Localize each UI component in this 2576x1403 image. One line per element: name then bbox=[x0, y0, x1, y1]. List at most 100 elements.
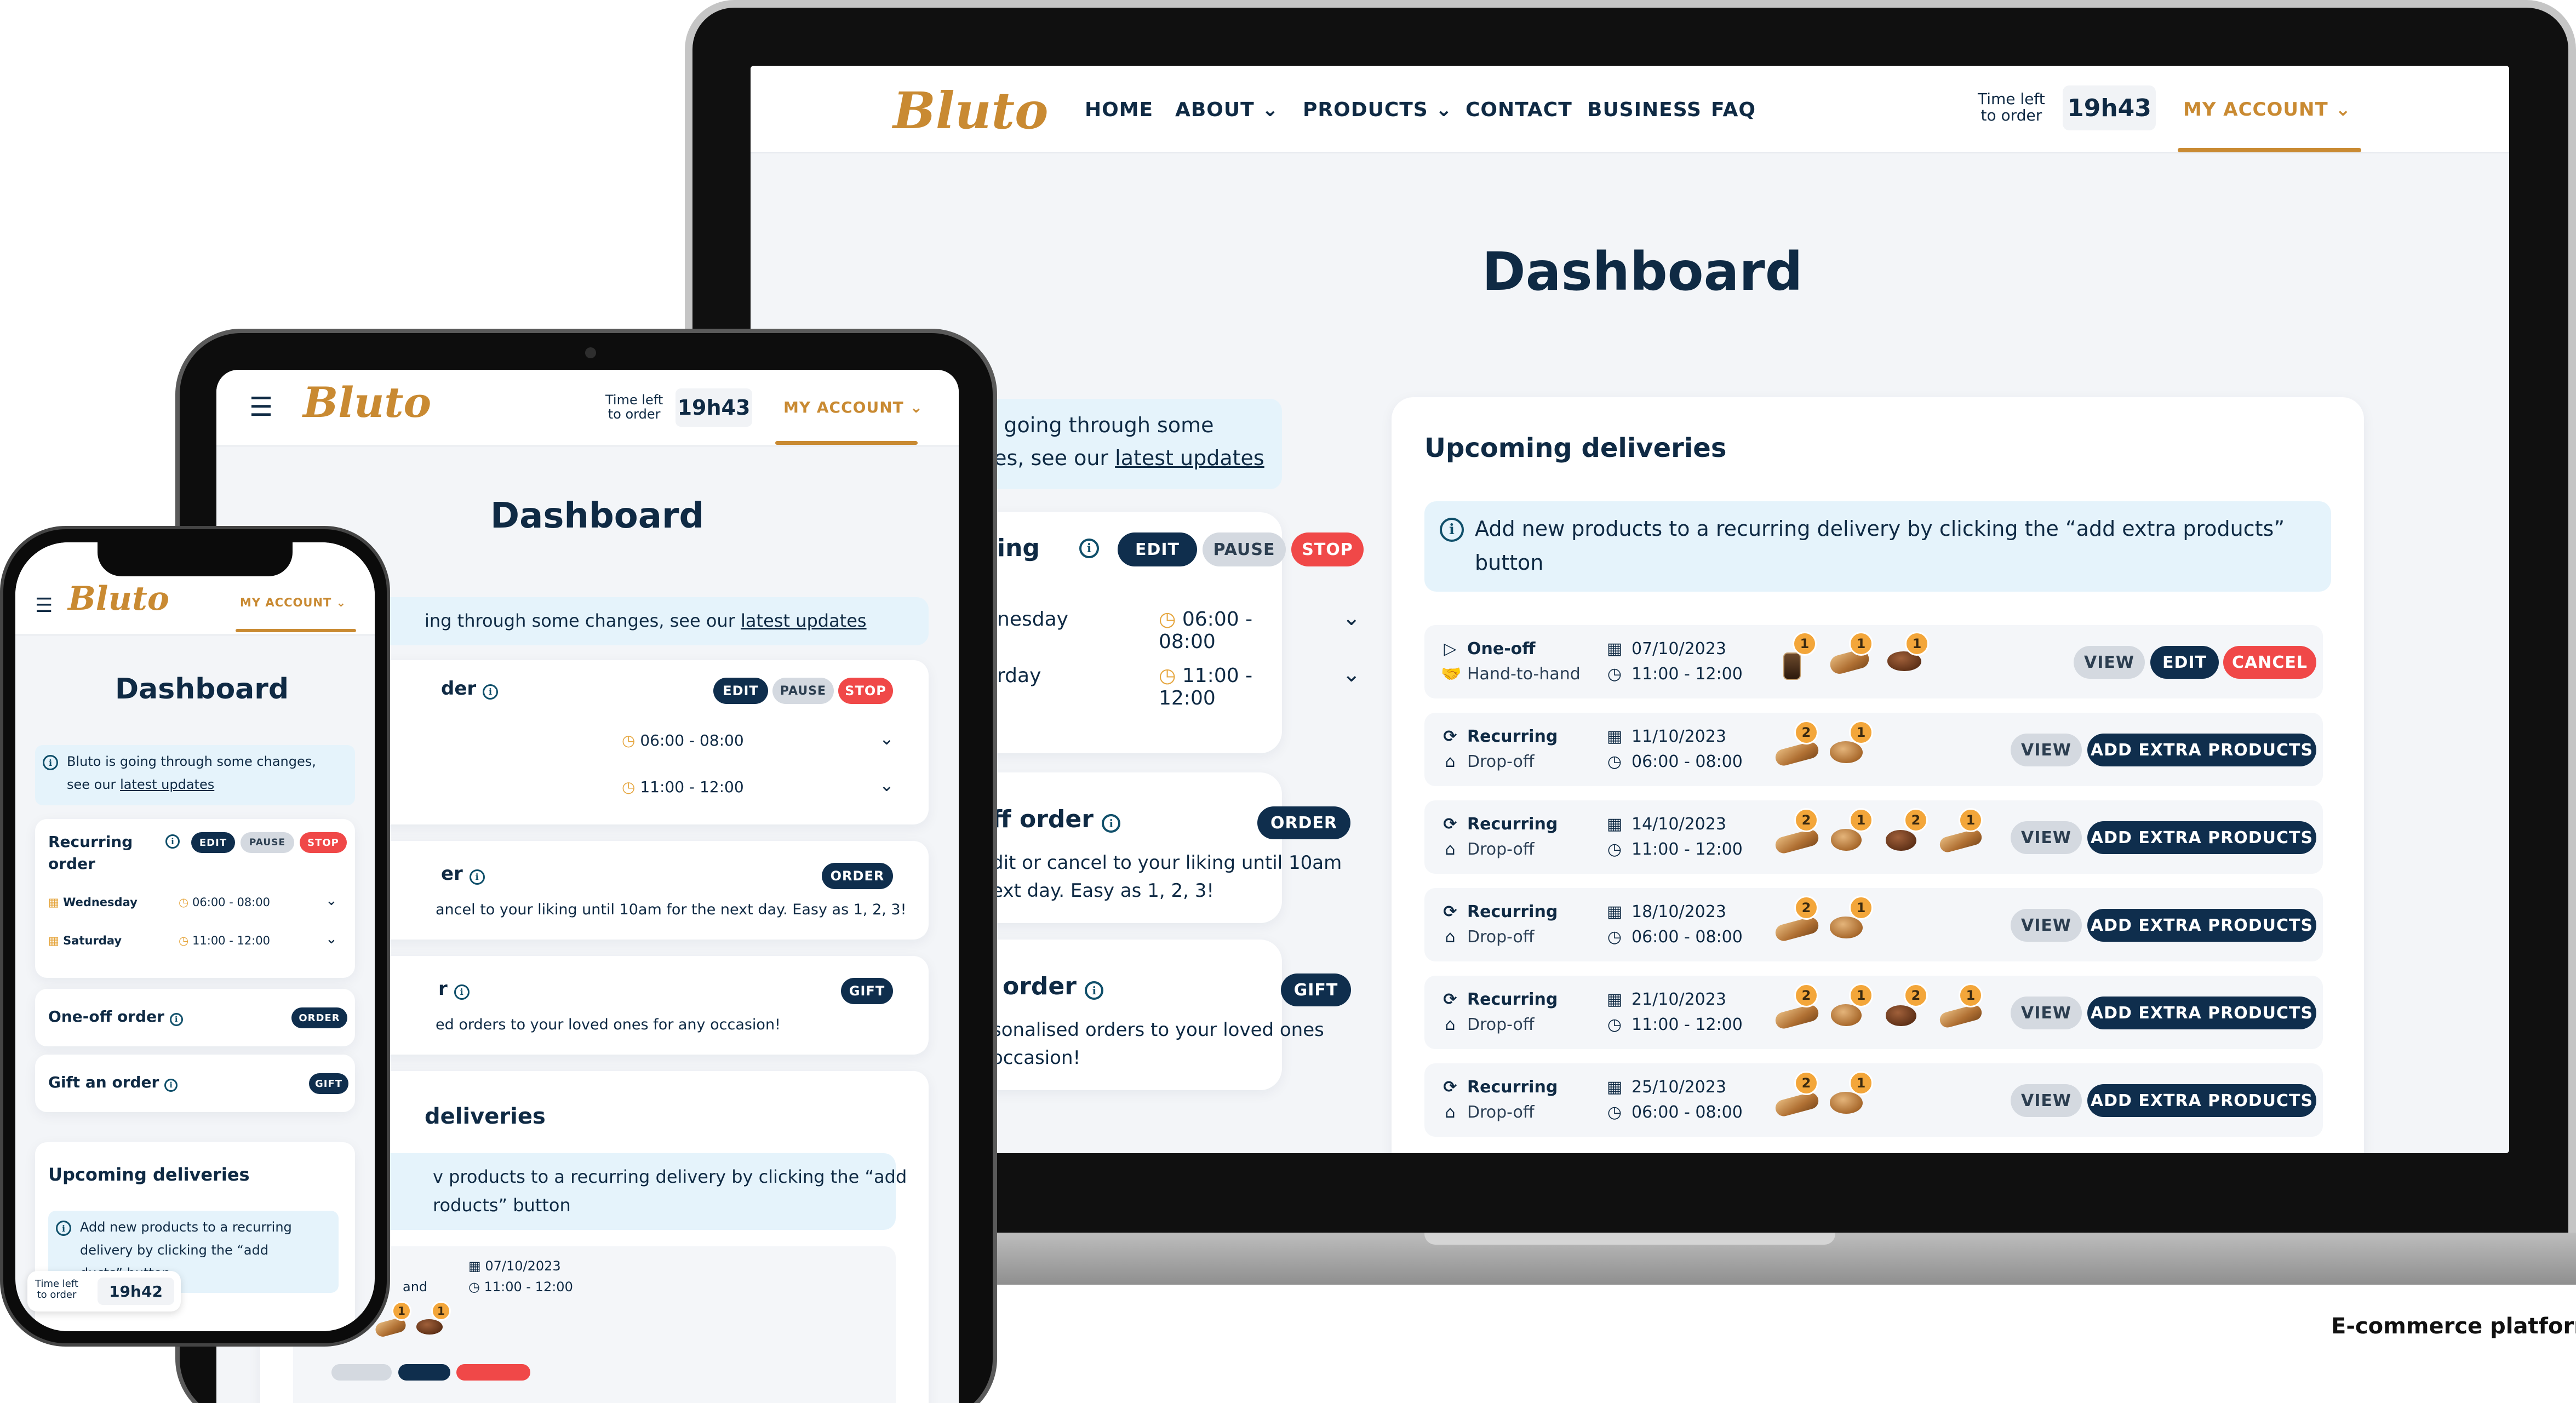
hamburger-menu-icon[interactable]: ☰ bbox=[35, 594, 53, 617]
nav-home[interactable]: HOME bbox=[1085, 99, 1153, 121]
info-icon[interactable]: i bbox=[454, 984, 470, 1000]
edit-button[interactable]: EDIT bbox=[191, 832, 235, 853]
info-icon[interactable]: i bbox=[469, 869, 485, 885]
page-title: Dashboard bbox=[115, 673, 289, 706]
quantity-badge: 1 bbox=[431, 1301, 451, 1321]
stop-button[interactable]: STOP bbox=[300, 832, 347, 853]
chevron-down-icon[interactable]: ⌄ bbox=[1342, 662, 1361, 687]
latest-updates-link[interactable]: latest updates bbox=[1115, 446, 1264, 470]
cancel-button[interactable]: CANCEL bbox=[2223, 646, 2316, 679]
delivery-row[interactable]: ⟳ Recurring ⌂ Drop-off ▦ 14/10/2023 ◷ 11:00 … bbox=[1424, 800, 2323, 874]
gift-order-title: Gift an order i bbox=[48, 1073, 178, 1092]
upcoming-deliveries-title: Upcoming deliveries bbox=[1424, 433, 1727, 463]
add-extra-products-button[interactable]: ADD EXTRA PRODUCTS bbox=[2087, 1084, 2316, 1117]
delivery-date: ▦ 21/10/2023 bbox=[1605, 990, 1726, 1009]
add-extra-products-button[interactable]: ADD EXTRA PRODUCTS bbox=[2087, 821, 2316, 854]
nav-business[interactable]: BUSINESS bbox=[1587, 99, 1702, 121]
gift-button[interactable]: GIFT bbox=[309, 1073, 348, 1094]
gift-button[interactable]: GIFT bbox=[1281, 973, 1351, 1006]
stop-button[interactable]: STOP bbox=[838, 678, 893, 704]
info-icon[interactable]: i bbox=[164, 1079, 178, 1092]
view-button[interactable]: VIEW bbox=[2011, 909, 2082, 942]
order-button[interactable]: ORDER bbox=[291, 1007, 347, 1028]
my-account-menu[interactable]: MY ACCOUNT ⌄ bbox=[783, 398, 923, 416]
order-button[interactable]: ORDER bbox=[1257, 806, 1350, 839]
info-icon[interactable]: i bbox=[1085, 981, 1104, 1000]
bread-product-icon bbox=[1830, 917, 1863, 938]
edit-button[interactable] bbox=[398, 1364, 450, 1381]
order-button[interactable]: ORDER bbox=[822, 863, 893, 889]
recurring-slot-1[interactable]: ◷ 06:00 - 08:00 bbox=[622, 731, 744, 749]
view-button[interactable]: VIEW bbox=[2011, 997, 2082, 1029]
delivery-row[interactable]: ⟳ Recurring ⌂ Drop-off ▦ 21/10/2023 ◷ 11:00 … bbox=[1424, 976, 2323, 1049]
latest-updates-link[interactable]: latest updates bbox=[120, 777, 214, 792]
delivery-type-text: One-off bbox=[1467, 639, 1536, 658]
chevron-down-icon[interactable]: ⌄ bbox=[879, 775, 894, 795]
info-icon[interactable]: i bbox=[169, 1013, 183, 1026]
delivery-row[interactable]: ⟳ Recurring ⌂ Drop-off ▦ 25/10/2023 ◷ 06:00 … bbox=[1424, 1063, 2323, 1137]
my-account-menu[interactable]: MY ACCOUNT ⌄ bbox=[2183, 99, 2351, 121]
info-icon[interactable]: i bbox=[165, 834, 180, 849]
edit-button[interactable]: EDIT bbox=[1118, 532, 1197, 566]
delivery-row[interactable]: ▷ One-off 🤝 Hand-to-hand ▦ 07/10/2023 ◷ 11:0… bbox=[1424, 625, 2323, 698]
time-left-value: 19h43 bbox=[2063, 85, 2156, 130]
repeat-icon: ⟳ bbox=[1443, 815, 1457, 834]
view-button[interactable]: VIEW bbox=[2011, 734, 2082, 766]
recurring-slot-2[interactable]: ◷ 11:00 - 12:00 bbox=[1159, 665, 1282, 709]
nav-faq[interactable]: FAQ bbox=[1711, 99, 1756, 121]
delivery-method: ⌂ Drop-off bbox=[1441, 752, 1534, 771]
pause-button[interactable]: PAUSE bbox=[772, 678, 834, 704]
recurring-slot-1[interactable]: ◷ 06:00 - 08:00 bbox=[179, 896, 270, 909]
baguette-product-icon bbox=[1773, 740, 1821, 768]
chevron-down-icon[interactable]: ⌄ bbox=[325, 931, 337, 947]
view-button[interactable]: VIEW bbox=[2011, 821, 2082, 854]
hamburger-menu-icon[interactable]: ☰ bbox=[249, 392, 273, 422]
cancel-button[interactable] bbox=[456, 1364, 530, 1381]
bluto-logo[interactable]: Bluto bbox=[893, 81, 1048, 140]
bluto-logo[interactable]: Bluto bbox=[68, 580, 169, 618]
chevron-down-icon[interactable]: ⌄ bbox=[325, 892, 337, 909]
nav-products[interactable]: PRODUCTS ⌄ bbox=[1303, 99, 1452, 121]
clock-icon: ◷ bbox=[1159, 608, 1176, 631]
delivery-row[interactable]: ⟳ Recurring ⌂ Drop-off ▦ 11/10/2023 ◷ 06:00 … bbox=[1424, 713, 2323, 786]
nav-contact[interactable]: CONTACT bbox=[1466, 99, 1572, 121]
time-left-line2: to order bbox=[608, 406, 661, 422]
pause-button[interactable]: PAUSE bbox=[1203, 532, 1286, 566]
recurring-slot-2[interactable]: ◷ 11:00 - 12:00 bbox=[622, 778, 744, 796]
view-button[interactable]: VIEW bbox=[2011, 1084, 2082, 1117]
edit-button[interactable]: EDIT bbox=[713, 678, 768, 704]
delivery-time-text: 11:00 - 12:00 bbox=[1632, 1015, 1743, 1034]
chevron-down-icon: ⌄ bbox=[336, 596, 347, 609]
nav-about[interactable]: ABOUT ⌄ bbox=[1175, 99, 1279, 121]
recurring-slot-2[interactable]: ◷ 11:00 - 12:00 bbox=[179, 934, 270, 947]
stop-button[interactable]: STOP bbox=[1291, 532, 1364, 566]
edit-button[interactable]: EDIT bbox=[2150, 646, 2219, 679]
add-extra-products-button[interactable]: ADD EXTRA PRODUCTS bbox=[2087, 909, 2316, 942]
add-extra-products-button[interactable]: ADD EXTRA PRODUCTS bbox=[2087, 734, 2316, 766]
latest-updates-link[interactable]: latest updates bbox=[741, 610, 867, 631]
info-icon[interactable]: i bbox=[1102, 814, 1121, 833]
gift-button[interactable]: GIFT bbox=[841, 978, 893, 1004]
recurring-slot-1[interactable]: ◷ 06:00 - 08:00 bbox=[1159, 608, 1282, 653]
info-icon[interactable]: i bbox=[483, 684, 499, 700]
delivery-type: ⟳ Recurring bbox=[1441, 990, 1558, 1009]
add-extra-products-button[interactable]: ADD EXTRA PRODUCTS bbox=[2087, 997, 2316, 1029]
chevron-down-icon[interactable]: ⌄ bbox=[879, 728, 894, 749]
home-icon: ⌂ bbox=[1445, 1015, 1456, 1034]
pause-button[interactable]: PAUSE bbox=[241, 832, 294, 853]
delivery-type: ▷ One-off bbox=[1441, 639, 1536, 658]
quantity-badge: 2 bbox=[1794, 896, 1818, 920]
view-button[interactable]: VIEW bbox=[2074, 646, 2145, 679]
info-icon[interactable]: i bbox=[1079, 539, 1099, 558]
day-text-2: Saturday bbox=[63, 934, 122, 947]
clock-icon: ◷ bbox=[468, 1279, 480, 1295]
slot-time-1: 06:00 - 08:00 bbox=[192, 896, 270, 909]
chevron-down-icon[interactable]: ⌄ bbox=[1342, 605, 1361, 631]
my-account-menu[interactable]: MY ACCOUNT ⌄ bbox=[240, 596, 346, 609]
bluto-logo[interactable]: Bluto bbox=[303, 378, 431, 427]
view-button[interactable] bbox=[331, 1364, 392, 1381]
delivery-row[interactable]: ⟳ Recurring ⌂ Drop-off ▦ 18/10/2023 ◷ 06:00 … bbox=[1424, 888, 2323, 961]
delivery-date: ▦ 25/10/2023 bbox=[1605, 1078, 1726, 1097]
delivery-type: ⟳ Recurring bbox=[1441, 902, 1558, 921]
slot-time-2: 11:00 - 12:00 bbox=[192, 934, 270, 947]
